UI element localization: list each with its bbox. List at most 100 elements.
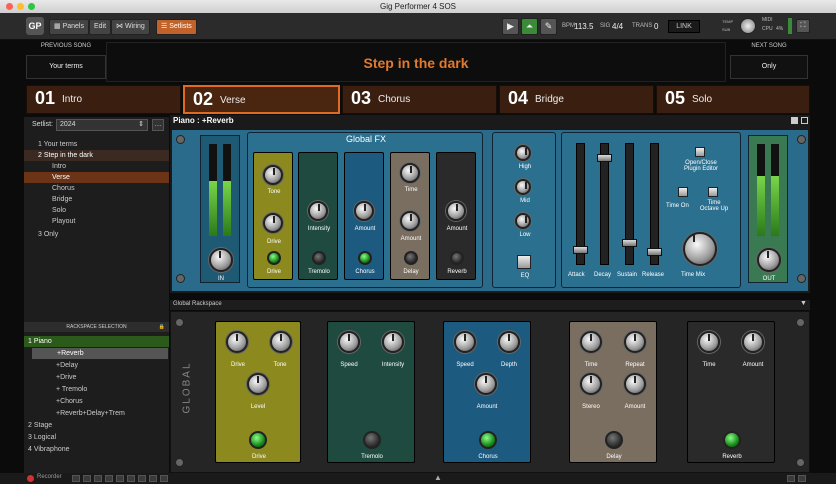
drive-footswitch[interactable] [267, 251, 281, 265]
eq-mid-knob[interactable] [515, 179, 531, 195]
eq-high-knob[interactable] [515, 145, 531, 161]
reverb-footswitch[interactable] [450, 251, 464, 265]
global-tone-knob[interactable] [270, 331, 292, 353]
time-on-button[interactable] [678, 187, 688, 197]
drive-knob[interactable] [263, 213, 283, 233]
global-reverb-footswitch[interactable] [723, 431, 741, 449]
setlist-part-verse[interactable]: Verse [24, 172, 169, 183]
part-button-bridge[interactable]: 04 Bridge [499, 85, 654, 114]
metronome-button[interactable]: ⏶ [521, 18, 538, 35]
part-button-solo[interactable]: 05 Solo [656, 85, 810, 114]
release-fader[interactable] [647, 143, 662, 265]
setlist-song-3[interactable]: 3 Only [24, 229, 169, 240]
sustain-fader[interactable] [622, 143, 637, 265]
widget-button[interactable] [83, 475, 91, 482]
delay-time-knob[interactable] [400, 163, 420, 183]
fullscreen-icon[interactable]: ⛶ [796, 19, 810, 33]
variation-item-chorus[interactable]: +Chorus [24, 396, 169, 407]
edit-button[interactable]: Edit [89, 19, 112, 35]
global-delay-amount-knob[interactable] [624, 373, 646, 395]
widget-button[interactable] [149, 475, 157, 482]
chevron-up-icon[interactable]: ▲ [434, 473, 442, 482]
global-drive-knob[interactable] [226, 331, 248, 353]
delay-amount-knob[interactable] [400, 211, 420, 231]
rackspace-item-piano[interactable]: 1 Piano [24, 336, 169, 347]
output-gain-knob[interactable] [757, 248, 781, 272]
minimize-window-button[interactable] [17, 3, 24, 10]
time-octave-up-button[interactable] [708, 187, 718, 197]
widget-button[interactable] [116, 475, 124, 482]
setlist-song-2[interactable]: 2 Step in the dark [24, 150, 169, 161]
variation-item-reverb[interactable]: +Reverb [32, 348, 168, 359]
tremolo-footswitch[interactable] [312, 251, 326, 265]
expand-icon[interactable] [801, 117, 808, 124]
rackspace-item-logical[interactable]: 3 Logical [24, 432, 169, 443]
global-drive-footswitch[interactable] [249, 431, 267, 449]
lock-icon[interactable]: 🔒 [159, 322, 165, 332]
eq-toggle[interactable] [517, 255, 531, 269]
part-button-chorus[interactable]: 03 Chorus [342, 85, 497, 114]
eq-low-knob[interactable] [515, 213, 531, 229]
widget-button[interactable] [94, 475, 102, 482]
widget-button[interactable] [787, 475, 795, 482]
panels-button[interactable]: ▦ Panels [49, 19, 89, 35]
link-button[interactable]: LINK [668, 20, 700, 33]
widget-button[interactable] [798, 475, 806, 482]
global-delay-footswitch[interactable] [605, 431, 623, 449]
fader-cap[interactable] [647, 248, 662, 256]
save-icon[interactable] [791, 117, 798, 124]
global-intensity-knob[interactable] [382, 331, 404, 353]
variation-item-reverb-delay-trem[interactable]: +Reverb+Delay+Trem [24, 408, 169, 419]
reverb-amount-knob[interactable] [446, 201, 466, 221]
widget-button[interactable] [105, 475, 113, 482]
global-reverb-time-knob[interactable] [698, 331, 720, 353]
global-depth-knob[interactable] [498, 331, 520, 353]
zoom-window-button[interactable] [28, 3, 35, 10]
global-level-knob[interactable] [247, 373, 269, 395]
decay-fader[interactable] [597, 143, 612, 265]
variation-item-delay[interactable]: +Delay [24, 360, 169, 371]
widget-button[interactable] [160, 475, 168, 482]
widget-button[interactable] [127, 475, 135, 482]
global-chorus-amount-knob[interactable] [475, 373, 497, 395]
rackspace-item-vibraphone[interactable]: 4 Vibraphone [24, 444, 169, 455]
wiring-button[interactable]: ⋈ Wiring [111, 19, 150, 35]
master-volume-knob[interactable] [740, 18, 756, 34]
intensity-knob[interactable] [308, 201, 328, 221]
setlist-part-bridge[interactable]: Bridge [24, 194, 169, 205]
variation-item-tremolo[interactable]: + Tremolo [24, 384, 169, 395]
attack-fader[interactable] [573, 143, 588, 265]
global-stereo-knob[interactable] [580, 373, 602, 395]
delay-footswitch[interactable] [404, 251, 418, 265]
global-tremolo-footswitch[interactable] [363, 431, 381, 449]
setlist-menu-button[interactable]: … [152, 119, 164, 131]
widget-button[interactable] [138, 475, 146, 482]
open-close-editor-button[interactable] [695, 147, 705, 157]
part-button-verse[interactable]: 02 Verse [183, 85, 340, 114]
bpm-value[interactable]: 113.5 [574, 22, 593, 31]
global-delay-time-knob[interactable] [580, 331, 602, 353]
record-icon[interactable] [27, 475, 34, 482]
variation-item-drive[interactable]: +Drive [24, 372, 169, 383]
setlists-button[interactable]: ☰ Setlists [156, 19, 197, 35]
global-chorus-speed-knob[interactable] [454, 331, 476, 353]
setlist-part-solo[interactable]: Solo [24, 205, 169, 216]
widget-button[interactable] [72, 475, 80, 482]
setlist-part-intro[interactable]: Intro [24, 161, 169, 172]
input-gain-knob[interactable] [209, 248, 233, 272]
tuner-button[interactable]: ✎ [540, 18, 557, 35]
part-button-intro[interactable]: 01 Intro [26, 85, 181, 114]
setlist-part-chorus[interactable]: Chorus [24, 183, 169, 194]
close-window-button[interactable] [6, 3, 13, 10]
trans-value[interactable]: 0 [654, 22, 658, 31]
global-reverb-amount-knob[interactable] [742, 331, 764, 353]
chorus-amount-knob[interactable] [354, 201, 374, 221]
global-speed-knob[interactable] [338, 331, 360, 353]
global-repeat-knob[interactable] [624, 331, 646, 353]
previous-song-button[interactable]: Your terms [26, 55, 106, 79]
setlist-song-1[interactable]: 1 Your terms [24, 139, 169, 150]
fader-cap[interactable] [597, 154, 612, 162]
next-song-button[interactable]: Only [730, 55, 808, 79]
fader-cap[interactable] [573, 246, 588, 254]
fader-cap[interactable] [622, 239, 637, 247]
